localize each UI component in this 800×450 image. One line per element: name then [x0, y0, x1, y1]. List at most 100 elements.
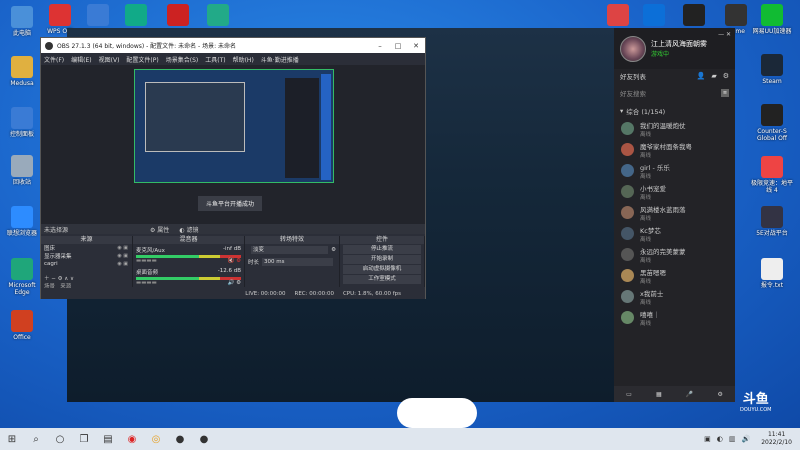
minimize-icon[interactable]: –	[371, 42, 389, 50]
search-icon[interactable]: ⌕	[24, 428, 48, 450]
maximize-icon[interactable]: □	[389, 42, 407, 50]
filters-button[interactable]: ◐ 滤镜	[179, 225, 198, 234]
tray-icon[interactable]: ▣	[704, 435, 711, 443]
add-friend-icon[interactable]: 👤	[697, 72, 706, 80]
eye-icon[interactable]: ◉ ▣	[117, 245, 128, 251]
menu-tools[interactable]: 工具(T)	[205, 55, 225, 64]
list-item[interactable]: 小书宠爱 离线	[614, 181, 735, 202]
mic-icon[interactable]: 🎤	[686, 391, 693, 398]
friend-status: 离线	[640, 215, 652, 222]
menu-help[interactable]: 帮助(H)	[233, 55, 254, 64]
filter-icon[interactable]: ≡	[721, 89, 729, 97]
desktop-icon[interactable]	[196, 4, 240, 28]
desktop-icon[interactable]: Steam	[750, 54, 794, 85]
studio-mode-button[interactable]: 工作室模式	[343, 275, 421, 284]
desktop-icon[interactable]	[672, 4, 716, 28]
desktop-icon[interactable]: 网易UU加速器	[750, 4, 794, 35]
chrome-icon[interactable]: ◎	[144, 428, 168, 450]
office-icon	[11, 310, 33, 332]
mixer-channel[interactable]: 桌面音频 -12.6 dB ▬▬▬▬ 🔊 ⚙	[133, 266, 244, 288]
menu-file[interactable]: 文件(F)	[44, 55, 64, 64]
list-item[interactable]: x我前士 离线	[614, 286, 735, 307]
obs-statusbar: LIVE: 00:00:00 REC: 00:00:00 CPU: 1.8%, …	[41, 288, 425, 299]
csgo-icon	[761, 104, 783, 126]
search-input[interactable]: 好友搜索	[620, 88, 721, 98]
desktop-icon[interactable]: Medusa	[0, 56, 44, 87]
close-icon[interactable]: ✕	[407, 42, 425, 50]
app-icon	[87, 4, 109, 26]
gear-icon[interactable]: ⚙	[723, 72, 729, 80]
netease-icon[interactable]: ◉	[120, 428, 144, 450]
window-controls[interactable]: — ✕	[718, 31, 731, 38]
network-icon[interactable]: ▥	[729, 435, 736, 443]
stop-stream-button[interactable]: 停止推流	[343, 245, 421, 254]
text-file-icon	[761, 258, 783, 280]
list-item[interactable]: 黑苗嗯嗯 离线	[614, 265, 735, 286]
folder-icon[interactable]: ▰	[711, 72, 716, 80]
obs-titlebar[interactable]: OBS 27.1.3 (64 bit, windows) - 配置文件: 未命名…	[41, 38, 425, 53]
chat-icon[interactable]: ▭	[626, 391, 632, 398]
obs-icon[interactable]: ●	[168, 428, 192, 450]
mute-icon[interactable]: 🔇 ⚙	[227, 258, 241, 264]
task-view-icon[interactable]: ❐	[72, 428, 96, 450]
desktop-icon[interactable]: Counter-S Global Off	[750, 104, 794, 142]
list-item[interactable]: 魔爷家村面条我粤 离线	[614, 139, 735, 160]
settings-icon[interactable]: ⚙	[717, 391, 722, 398]
menu-edit[interactable]: 编辑(E)	[71, 55, 91, 64]
list-item[interactable]: girl - 乐乐 离线	[614, 160, 735, 181]
properties-button[interactable]: ⚙ 属性	[150, 225, 169, 234]
list-item[interactable]: 永远的完美蒙蒙 离线	[614, 244, 735, 265]
list-item[interactable]: 我们的温暖炮仗 离线	[614, 118, 735, 139]
cortana-icon[interactable]: ○	[48, 428, 72, 450]
desktop-icon[interactable]: 5E对战平台	[750, 206, 794, 237]
desktop-icon[interactable]: 联想浏览器	[0, 206, 44, 237]
list-item[interactable]: 嘻嘻｜ 离线	[614, 307, 735, 328]
menu-scene-collection[interactable]: 场景集合(S)	[166, 55, 199, 64]
group-icon[interactable]: ▦	[656, 391, 662, 398]
virtual-camera-button[interactable]: 启动虚拟摄像机	[343, 265, 421, 274]
menu-profile[interactable]: 配置文件(P)	[126, 55, 158, 64]
tray-icon[interactable]: ◐	[717, 435, 723, 443]
speaker-icon[interactable]: 🔊 ⚙	[227, 280, 241, 286]
desktop-icon[interactable]	[114, 4, 158, 28]
desktop-icon[interactable]	[632, 4, 676, 28]
avatar	[621, 290, 634, 303]
file-icon[interactable]: ▤	[96, 428, 120, 450]
obs-window[interactable]: OBS 27.1.3 (64 bit, windows) - 配置文件: 未命名…	[40, 37, 426, 299]
menu-douyu[interactable]: 斗鱼·勤进推播	[261, 55, 299, 64]
desktop: 此电脑 Medusa 控制面板 回收站 联想浏览器 Microsoft Edge Offic…	[0, 0, 800, 428]
duration-field[interactable]: 时长 300 ms	[245, 256, 339, 268]
list-item[interactable]: 风满楼水蓝雨落 离线	[614, 202, 735, 223]
list-item[interactable]: Kc梦芯 离线	[614, 223, 735, 244]
start-recording-button[interactable]: 开始录制	[343, 255, 421, 264]
desktop-icon[interactable]	[156, 4, 200, 28]
clock[interactable]: 11:41 2022/2/10	[753, 431, 800, 447]
source-controls[interactable]: ＋ − ⚙ ∧ ∨	[41, 274, 132, 282]
controls-title: 控件	[340, 236, 424, 244]
menu-view[interactable]: 视图(V)	[99, 55, 120, 64]
avatar[interactable]	[620, 35, 646, 62]
friend-panel[interactable]: 江上清风海面朝雾 游戏中 — ✕ 好友列表 👤 ▰ ⚙ 好友搜索 ≡ ▾ 综合 …	[614, 28, 735, 402]
desktop-icon[interactable]: 回收站	[0, 155, 44, 186]
windows-icon[interactable]: ⊞	[0, 428, 24, 450]
friend-search[interactable]: 好友搜索 ≡	[620, 86, 729, 100]
desktop-icon[interactable]: Office	[0, 310, 44, 341]
desktop-icon[interactable]: Microsoft Edge	[0, 258, 44, 296]
desktop-icon[interactable]: 报令.txt	[750, 258, 794, 289]
eye-icon[interactable]: ◉ ▣	[117, 253, 128, 259]
obs-icon[interactable]: ●	[192, 428, 216, 450]
user-status[interactable]: 游戏中	[651, 49, 707, 58]
transition-select[interactable]: 淡变 ⚙	[245, 244, 339, 256]
eye-icon[interactable]: ◉ ▣	[117, 261, 128, 267]
desktop-icon[interactable]: 控制面板	[0, 107, 44, 138]
preview-canvas[interactable]	[134, 69, 334, 183]
friend-group-header[interactable]: ▾ 综合 (1/154)	[614, 104, 735, 118]
folder-icon	[11, 56, 33, 78]
obs-preview[interactable]: 斗鱼平台开播成功	[41, 65, 425, 224]
mixer-channel[interactable]: 麦克风/Aux -inf dB ▬▬▬▬ 🔇 ⚙	[133, 244, 244, 266]
source-item[interactable]: cagri ◉ ▣	[41, 260, 132, 268]
source-item[interactable]: 图床 ◉ ▣	[41, 244, 132, 252]
desktop-icon[interactable]: 极限竞速：地平线 4	[750, 156, 794, 194]
source-item[interactable]: 显示器采集 ◉ ▣	[41, 252, 132, 260]
volume-icon[interactable]: 🔊	[742, 435, 751, 443]
